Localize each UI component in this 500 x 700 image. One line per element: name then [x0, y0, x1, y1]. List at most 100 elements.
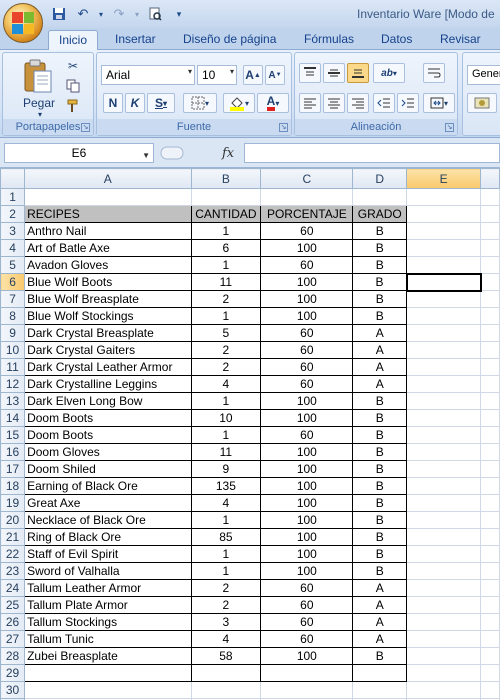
borders-icon[interactable]: ▾	[183, 93, 217, 113]
cell[interactable]: 11	[190, 443, 262, 461]
save-icon[interactable]	[50, 5, 68, 23]
cell[interactable]: Doom Shiled	[24, 460, 192, 478]
font-size-dropdown-icon[interactable]: ▾	[230, 67, 234, 76]
header-cell-grado[interactable]: GRADO	[352, 205, 408, 223]
cell[interactable]: B	[352, 545, 408, 563]
cell[interactable]: 5	[190, 324, 262, 342]
cell[interactable]: B	[352, 392, 408, 410]
cell[interactable]	[480, 630, 500, 648]
redo-dropdown-icon[interactable]: ▾	[134, 5, 140, 23]
decrease-indent-icon[interactable]	[373, 93, 395, 113]
cell[interactable]: 60	[260, 341, 354, 359]
cell[interactable]: 100	[260, 290, 354, 308]
clipboard-launcher-icon[interactable]: ↘	[81, 123, 90, 132]
format-painter-icon[interactable]	[63, 97, 83, 115]
cell[interactable]: 60	[260, 613, 354, 631]
cell[interactable]: Earning of Black Ore	[24, 477, 192, 495]
cell[interactable]: B	[352, 511, 408, 529]
row-header[interactable]: 7	[0, 290, 26, 308]
cell[interactable]: 60	[260, 630, 354, 648]
tab-insertar[interactable]: Insertar	[115, 30, 156, 50]
row-header[interactable]: 1	[0, 188, 26, 206]
cell[interactable]: B	[352, 494, 408, 512]
row-header[interactable]: 5	[0, 256, 26, 274]
italic-icon[interactable]: K	[125, 93, 145, 113]
cell[interactable]: 100	[260, 511, 354, 529]
cell[interactable]: Dark Elven Long Bow	[24, 392, 192, 410]
row-header[interactable]: 12	[0, 375, 26, 393]
cell[interactable]: 100	[260, 562, 354, 580]
tab-revisar[interactable]: Revisar	[440, 30, 481, 50]
cell[interactable]	[406, 528, 482, 546]
cell[interactable]: Necklace of Black Ore	[24, 511, 192, 529]
cell[interactable]	[480, 528, 500, 546]
cell[interactable]: 1	[190, 426, 262, 444]
select-all-corner[interactable]	[0, 168, 26, 189]
cell[interactable]: 1	[190, 562, 262, 580]
cell[interactable]	[406, 341, 482, 359]
column-header-a[interactable]: A	[24, 168, 192, 189]
cell[interactable]: 2	[190, 596, 262, 614]
cell[interactable]: B	[352, 256, 408, 274]
cell[interactable]	[406, 647, 482, 665]
column-header-c[interactable]: C	[260, 168, 354, 189]
cell[interactable]: Tallum Leather Armor	[24, 579, 192, 597]
formula-input[interactable]	[244, 143, 500, 163]
paste-icon[interactable]	[19, 57, 57, 97]
align-left-icon[interactable]	[299, 93, 321, 113]
row-header[interactable]: 13	[0, 392, 26, 410]
cell[interactable]	[480, 494, 500, 512]
cell[interactable]: 100	[260, 273, 354, 291]
row-header[interactable]: 9	[0, 324, 26, 342]
row-header[interactable]: 18	[0, 477, 26, 495]
cell[interactable]: Dark Crystalline Leggins	[24, 375, 192, 393]
cell[interactable]	[480, 681, 500, 699]
cell[interactable]: Art of Batle Axe	[24, 239, 192, 257]
cell[interactable]: Dark Crystal Leather Armor	[24, 358, 192, 376]
cell[interactable]: 4	[190, 630, 262, 648]
cell[interactable]	[406, 307, 482, 325]
cell[interactable]: 60	[260, 256, 354, 274]
cell[interactable]: Zubei Breasplate	[24, 647, 192, 665]
cell[interactable]: B	[352, 307, 408, 325]
cell[interactable]	[406, 562, 482, 580]
cell[interactable]: 100	[260, 307, 354, 325]
cell[interactable]	[480, 579, 500, 597]
cell[interactable]: A	[352, 341, 408, 359]
cell[interactable]	[406, 358, 482, 376]
redo-icon[interactable]: ↷	[110, 5, 128, 23]
cell[interactable]: 100	[260, 239, 354, 257]
cell[interactable]	[406, 477, 482, 495]
bold-icon[interactable]: N	[103, 93, 123, 113]
cell[interactable]: 60	[260, 579, 354, 597]
cell[interactable]: 100	[260, 477, 354, 495]
cell[interactable]: Blue Wolf Stockings	[24, 307, 192, 325]
cell[interactable]: B	[352, 562, 408, 580]
cell[interactable]	[406, 426, 482, 444]
cell[interactable]	[406, 409, 482, 427]
row-header[interactable]: 26	[0, 613, 26, 631]
cell[interactable]: Doom Boots	[24, 426, 192, 444]
cell[interactable]	[406, 511, 482, 529]
cell[interactable]: Tallum Plate Armor	[24, 596, 192, 614]
cell[interactable]	[352, 681, 408, 699]
cell[interactable]: Dark Crystal Gaiters	[24, 341, 192, 359]
cell[interactable]: 2	[190, 358, 262, 376]
cell[interactable]: B	[352, 273, 408, 291]
cell[interactable]: 1	[190, 307, 262, 325]
row-header[interactable]: 2	[0, 205, 26, 223]
cell[interactable]: B	[352, 528, 408, 546]
cell[interactable]	[406, 256, 482, 274]
cell[interactable]: Anthro Nail	[24, 222, 192, 240]
row-header[interactable]: 4	[0, 239, 26, 257]
cell[interactable]: 135	[190, 477, 262, 495]
cell[interactable]	[480, 664, 500, 682]
cell[interactable]	[406, 664, 482, 682]
cell[interactable]	[406, 494, 482, 512]
header-cell-recipes[interactable]: RECIPES	[24, 205, 192, 223]
cell[interactable]: 11	[190, 273, 262, 291]
cell[interactable]: Blue Wolf Breasplate	[24, 290, 192, 308]
cell[interactable]	[480, 392, 500, 410]
cell[interactable]	[480, 613, 500, 631]
cell[interactable]: 1	[190, 392, 262, 410]
